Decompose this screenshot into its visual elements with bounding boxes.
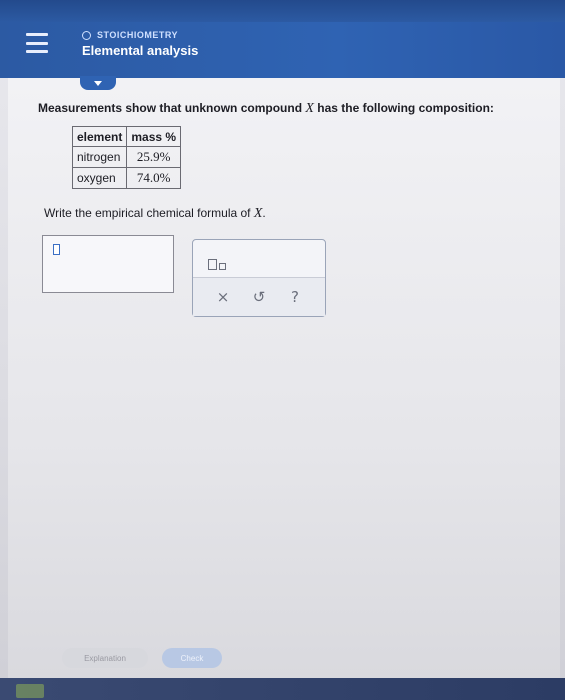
problem-statement: Measurements show that unknown compound …	[38, 101, 494, 117]
explanation-button[interactable]: Explanation	[62, 648, 148, 668]
palette-bottom-row: × ↺ ?	[193, 278, 325, 316]
chevron-down-icon	[94, 80, 102, 86]
question-text: Write the empirical chemical formula of	[44, 206, 254, 220]
subscript-box-icon	[219, 263, 226, 270]
problem-intro: Measurements show that unknown compound	[38, 101, 306, 115]
mass-cell: 25.9%	[126, 146, 182, 168]
compound-variable: X	[305, 101, 314, 116]
question-prompt: Write the empirical chemical formula of …	[44, 206, 266, 222]
column-header-element: element	[71, 126, 128, 147]
subscript-template-icon[interactable]	[208, 252, 234, 270]
element-cell: nitrogen	[71, 146, 128, 168]
section-label: STOICHIOMETRY	[97, 30, 179, 40]
column-header-mass: mass %	[126, 126, 182, 147]
question-end: .	[262, 206, 266, 220]
header-edge	[0, 0, 565, 22]
formula-tool-palette: × ↺ ?	[192, 239, 326, 317]
element-cell: oxygen	[71, 167, 128, 189]
mass-cell: 74.0%	[126, 167, 182, 189]
clear-button[interactable]: ×	[210, 284, 236, 310]
page-title: Elemental analysis	[82, 43, 199, 58]
undo-button[interactable]: ↺	[246, 284, 272, 310]
table-row: nitrogen 25.9%	[71, 146, 182, 168]
section-row: STOICHIOMETRY	[82, 30, 198, 40]
progress-circle-icon	[82, 30, 91, 40]
base-box-icon	[208, 259, 217, 270]
table-row: oxygen 74.0%	[71, 167, 182, 189]
header-text: STOICHIOMETRY Elemental analysis	[82, 30, 198, 58]
taskbar	[0, 678, 565, 700]
problem-intro-end: has the following composition:	[313, 101, 494, 115]
menu-line-1	[26, 33, 48, 36]
formula-answer-input[interactable]	[42, 235, 174, 293]
collapse-header-button[interactable]	[80, 76, 116, 90]
table-header-row: element mass %	[71, 126, 182, 147]
input-cursor-placeholder	[53, 244, 60, 255]
composition-table: element mass % nitrogen 25.9% oxygen 74.…	[71, 126, 182, 189]
palette-top-row	[193, 240, 325, 278]
hamburger-menu-icon[interactable]	[26, 33, 48, 53]
menu-line-3	[26, 50, 48, 53]
check-button[interactable]: Check	[162, 648, 222, 668]
taskbar-app-icon[interactable]	[16, 684, 44, 698]
help-button[interactable]: ?	[282, 284, 308, 310]
menu-line-2	[26, 41, 48, 45]
